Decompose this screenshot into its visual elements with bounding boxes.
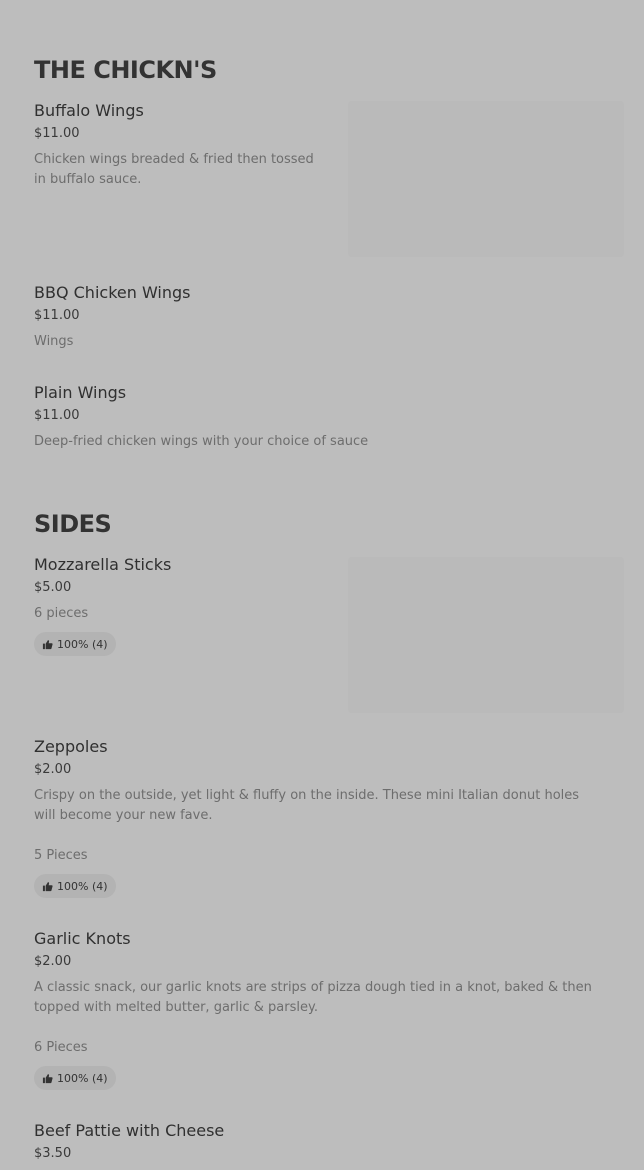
item-portion: 5 Pieces: [34, 848, 88, 863]
item-image-mozzarella-sticks[interactable]: [348, 557, 624, 713]
item-name: Beef Pattie with Cheese: [34, 1121, 225, 1140]
item-portion: 6 Pieces: [34, 1040, 88, 1055]
item-description: A classic snack, our garlic knots are st…: [34, 980, 592, 1015]
item-price: $2.00: [34, 762, 72, 777]
menu-item-zeppoles[interactable]: Zeppoles $2.00 Crispy on the outside, ye…: [34, 737, 594, 901]
thumbs-up-icon: [42, 1073, 53, 1083]
item-name: Plain Wings: [34, 383, 127, 402]
menu-item-beef-pattie-with-cheese[interactable]: Beef Pattie with Cheese $3.50: [34, 1121, 594, 1162]
rating-text: 100% (4): [57, 879, 108, 893]
item-name: Zeppoles: [34, 737, 108, 756]
section-title-sides: SIDES: [34, 510, 112, 538]
item-image-buffalo-wings[interactable]: [348, 101, 624, 257]
item-price: $3.50: [34, 1146, 72, 1161]
menu-item-garlic-knots[interactable]: Garlic Knots $2.00 A classic snack, our …: [34, 929, 594, 1093]
rating-text: 100% (4): [57, 637, 108, 651]
item-description: Deep-fried chicken wings with your choic…: [34, 434, 369, 449]
item-description: Crispy on the outside, yet light & fluff…: [34, 788, 580, 823]
item-price: $2.00: [34, 954, 72, 969]
item-name: Garlic Knots: [34, 929, 131, 948]
menu-item-bbq-chicken-wings[interactable]: BBQ Chicken Wings $11.00 Wings: [34, 283, 594, 352]
rating-badge: 100% (4): [34, 632, 116, 656]
rating-text: 100% (4): [57, 1071, 108, 1085]
item-price: $11.00: [34, 408, 80, 423]
menu-item-plain-wings[interactable]: Plain Wings $11.00 Deep-fried chicken wi…: [34, 383, 594, 452]
thumbs-up-icon: [42, 881, 53, 891]
item-description: Chicken wings breaded & fried then tosse…: [34, 152, 314, 187]
rating-badge: 100% (4): [34, 874, 116, 898]
section-title-chickns: THE CHICKN'S: [34, 56, 217, 84]
item-description: Wings: [34, 334, 74, 349]
rating-badge: 100% (4): [34, 1066, 116, 1090]
thumbs-up-icon: [42, 639, 53, 649]
item-price: $11.00: [34, 308, 80, 323]
item-name: BBQ Chicken Wings: [34, 283, 191, 302]
